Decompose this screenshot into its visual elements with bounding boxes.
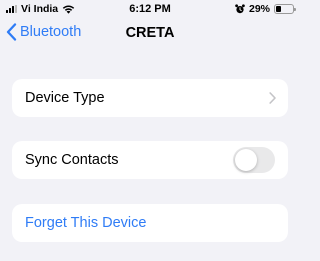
sync-contacts-row: Sync Contacts — [12, 141, 288, 179]
forget-device-row[interactable]: Forget This Device — [12, 204, 288, 242]
forget-device-button[interactable]: Forget This Device — [25, 215, 146, 231]
battery-level-fill — [276, 6, 281, 12]
status-bar: Vi India 6:12 PM 29% — [0, 0, 300, 18]
chevron-left-icon — [6, 23, 17, 41]
battery-percent: 29% — [248, 3, 270, 15]
chevron-right-icon — [269, 92, 276, 104]
status-bar-right: 29% — [235, 3, 296, 15]
back-button[interactable]: Bluetooth — [6, 23, 81, 41]
sync-contacts-group: Sync Contacts — [12, 141, 288, 179]
navigation-bar: Bluetooth CRETA — [0, 20, 300, 48]
device-type-label: Device Type — [25, 90, 105, 106]
sync-contacts-label: Sync Contacts — [25, 152, 119, 168]
back-button-label: Bluetooth — [20, 24, 82, 40]
device-type-row[interactable]: Device Type — [12, 79, 288, 117]
alarm-clock-icon — [235, 4, 245, 14]
forget-device-group: Forget This Device — [12, 204, 288, 242]
toggle-knob — [235, 149, 257, 171]
sync-contacts-toggle[interactable] — [233, 147, 275, 173]
battery-icon — [274, 4, 296, 14]
device-type-group: Device Type — [12, 79, 288, 117]
